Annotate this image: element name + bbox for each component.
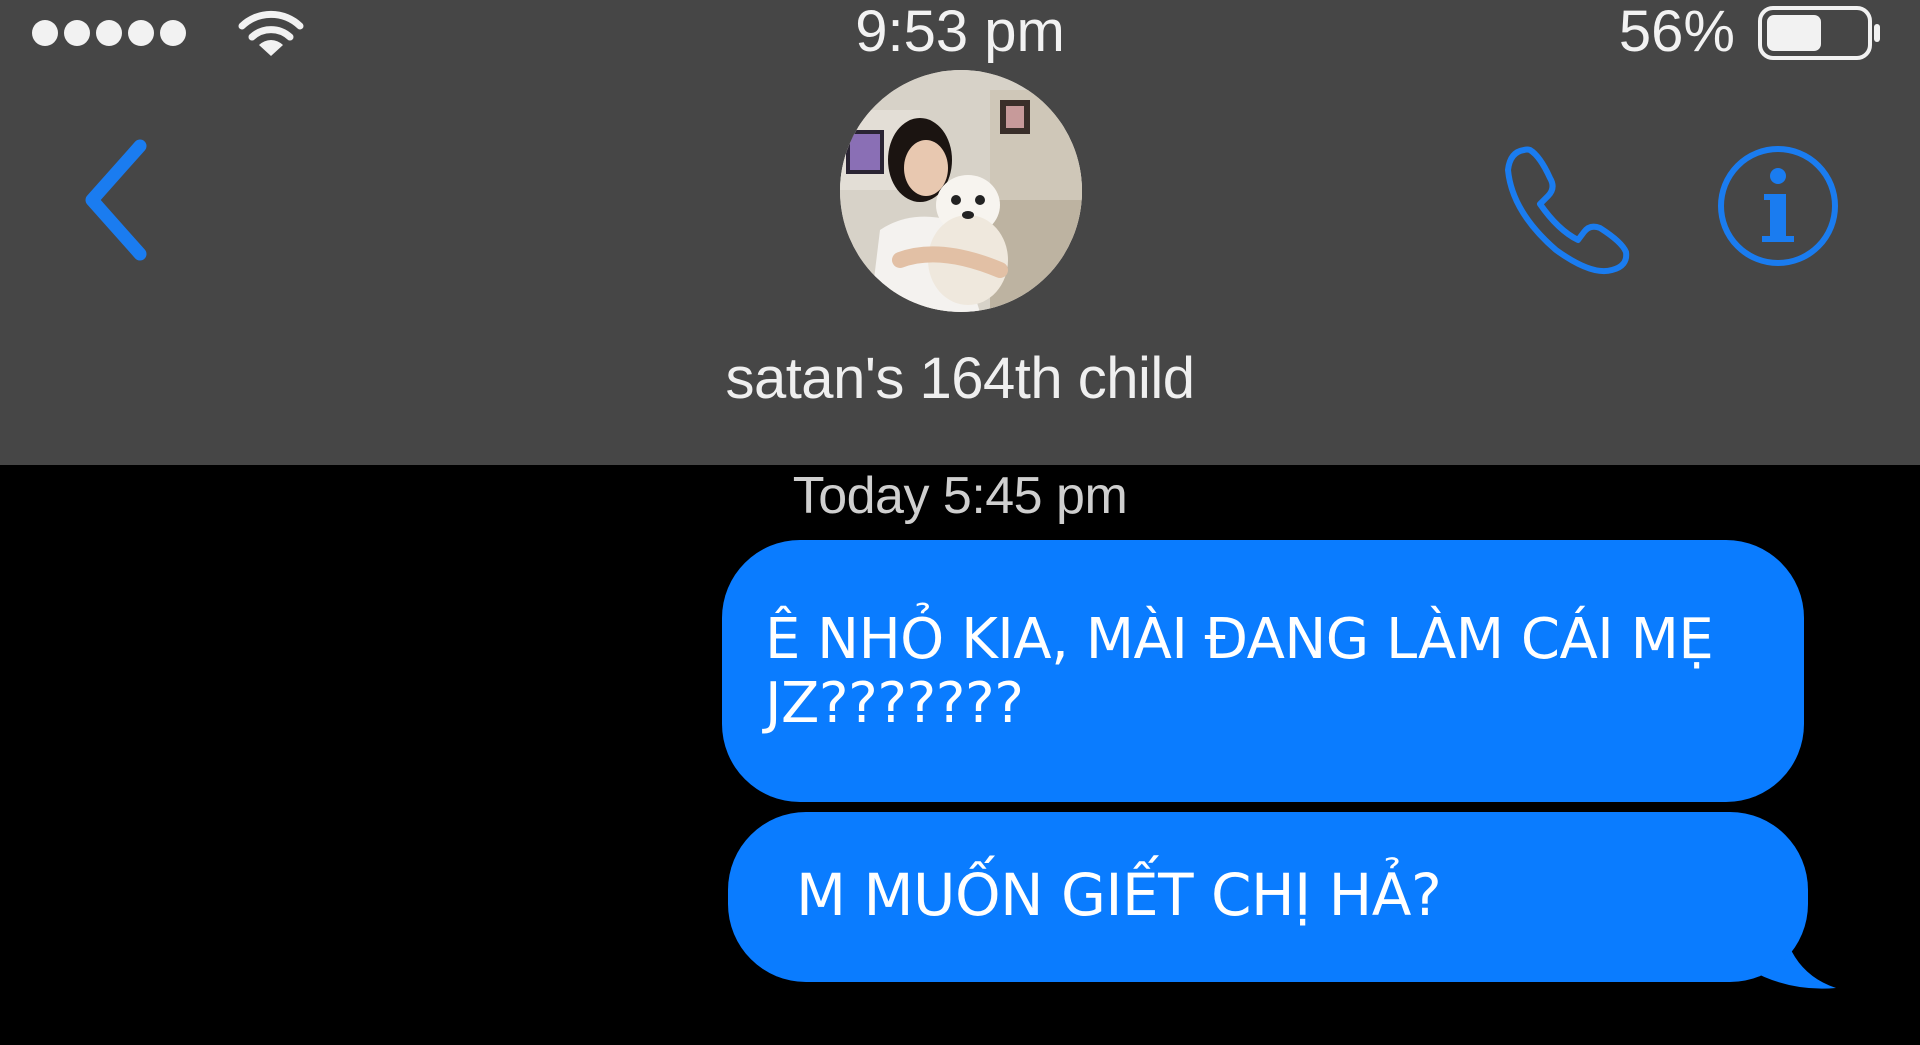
info-button[interactable] (1716, 144, 1840, 268)
back-button[interactable] (78, 138, 158, 262)
message-bubble[interactable]: Ê NHỎ KIA, MÀI ĐANG LÀM CÁI MẸ JZ??????? (722, 540, 1804, 802)
battery-percentage: 56% (1618, 0, 1735, 64)
conversation-header: 9:53 pm 56% satan's 164th child (0, 0, 1920, 465)
chevron-left-icon (85, 139, 147, 261)
contact-avatar[interactable] (840, 70, 1082, 312)
phone-icon (1505, 146, 1630, 274)
message-text: Ê NHỎ KIA, MÀI ĐANG LÀM CÁI MẸ JZ??????? (765, 607, 1714, 736)
contact-name[interactable]: satan's 164th child (0, 344, 1920, 414)
message-text: M MUỐN GIẾT CHỊ HẢ? (796, 861, 1442, 929)
battery-icon (1758, 6, 1880, 60)
message-bubble[interactable]: M MUỐN GIẾT CHỊ HẢ? (728, 812, 1808, 982)
status-bar: 9:53 pm 56% (0, 0, 1920, 70)
info-icon (1718, 146, 1838, 266)
message-timestamp: Today 5:45 pm (792, 467, 1128, 525)
avatar-photo (840, 70, 1082, 312)
call-button[interactable] (1500, 142, 1636, 278)
messages-screen: 9:53 pm 56% satan's 164th child Today 5:… (0, 0, 1920, 1045)
